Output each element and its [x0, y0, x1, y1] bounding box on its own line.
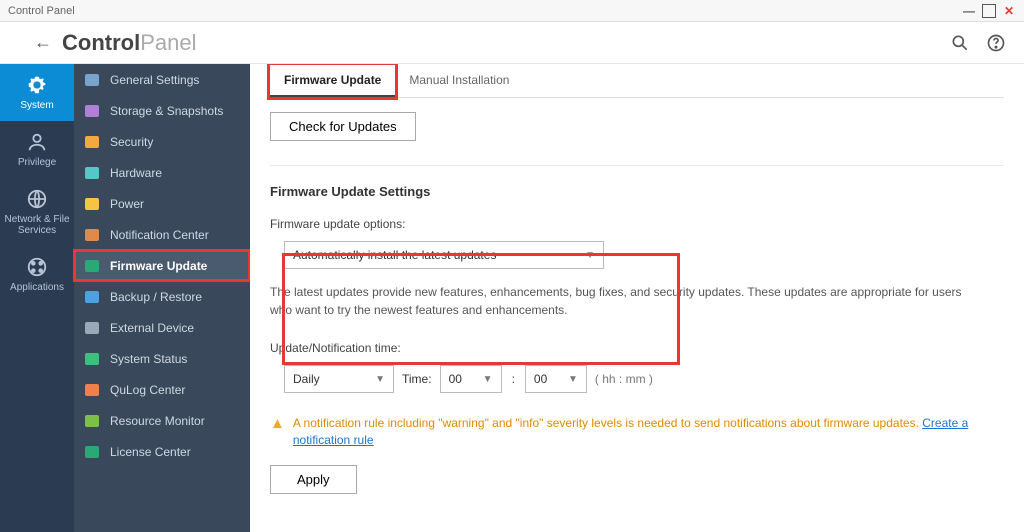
- license-icon: [84, 444, 100, 460]
- sidebar-item-license-center[interactable]: License Center: [74, 436, 250, 467]
- chevron-down-icon: ▼: [568, 374, 578, 385]
- sidebar-item-qulog-center[interactable]: QuLog Center: [74, 374, 250, 405]
- category-network[interactable]: Network & File Services: [0, 178, 74, 246]
- frequency-select[interactable]: Daily ▼: [284, 365, 394, 393]
- category-system[interactable]: System: [0, 64, 74, 121]
- sidebar-item-security[interactable]: Security: [74, 126, 250, 157]
- sidebar-item-hardware[interactable]: Hardware: [74, 157, 250, 188]
- sidebar-item-label: System Status: [110, 352, 187, 366]
- category-label: Privilege: [18, 157, 56, 168]
- sidebar-item-label: Firmware Update: [110, 259, 207, 273]
- time-hint: ( hh : mm ): [595, 372, 653, 386]
- sidebar-item-power[interactable]: Power: [74, 188, 250, 219]
- maximize-button[interactable]: [982, 4, 996, 18]
- sidebar-item-notification-center[interactable]: Notification Center: [74, 219, 250, 250]
- options-select-value: Automatically install the latest updates: [293, 248, 496, 262]
- search-icon[interactable]: [950, 33, 970, 53]
- warning-icon: ▲: [270, 415, 285, 449]
- sidebar-item-label: External Device: [110, 321, 194, 335]
- divider: [270, 165, 1004, 166]
- warning-message: A notification rule including "warning" …: [293, 416, 922, 430]
- warning-row: ▲ A notification rule including "warning…: [270, 415, 1004, 449]
- sidebar-item-label: General Settings: [110, 73, 199, 87]
- sidebar-item-label: Resource Monitor: [110, 414, 205, 428]
- status-icon: [84, 351, 100, 367]
- sidebar-item-label: Hardware: [110, 166, 162, 180]
- category-label: Network & File Services: [2, 214, 72, 236]
- category-label: Applications: [10, 282, 64, 293]
- sidebar-item-general-settings[interactable]: General Settings: [74, 64, 250, 95]
- section-title: Firmware Update Settings: [270, 184, 1004, 199]
- title-light: Panel: [140, 30, 196, 55]
- category-privilege[interactable]: Privilege: [0, 121, 74, 178]
- sidebar-item-label: Security: [110, 135, 153, 149]
- tabs: Firmware UpdateManual Installation: [270, 64, 1004, 98]
- system-sidebar: General Settings Storage & Snapshots Secur…: [74, 64, 250, 532]
- minute-value: 00: [534, 372, 547, 386]
- minimize-button[interactable]: —: [962, 4, 976, 18]
- sidebar-item-storage-snapshots[interactable]: Storage & Snapshots: [74, 95, 250, 126]
- sidebar-item-label: License Center: [110, 445, 191, 459]
- chevron-down-icon: ▼: [375, 374, 385, 385]
- tab-manual-installation[interactable]: Manual Installation: [395, 65, 523, 97]
- time-label: Update/Notification time:: [270, 341, 1004, 355]
- chevron-down-icon: ▼: [483, 374, 493, 385]
- sidebar-item-label: Storage & Snapshots: [110, 104, 223, 118]
- sidebar-item-label: Power: [110, 197, 144, 211]
- category-label: System: [20, 100, 53, 111]
- backup-icon: [84, 289, 100, 305]
- sidebar-item-label: QuLog Center: [110, 383, 185, 397]
- header: ← ControlPanel: [0, 22, 1024, 64]
- hour-value: 00: [449, 372, 462, 386]
- options-description: The latest updates provide new features,…: [270, 283, 970, 319]
- card-icon: [84, 165, 100, 181]
- close-button[interactable]: ✕: [1002, 4, 1016, 18]
- page-title: ControlPanel: [62, 30, 196, 56]
- options-select[interactable]: Automatically install the latest updates…: [284, 241, 604, 269]
- chevron-down-icon: ▼: [585, 250, 595, 261]
- time-word: Time:: [402, 372, 432, 386]
- tab-firmware-update[interactable]: Firmware Update: [270, 65, 395, 97]
- grid-icon: [26, 256, 48, 278]
- device-icon: [84, 320, 100, 336]
- update-icon: [84, 258, 100, 274]
- category-apps[interactable]: Applications: [0, 246, 74, 303]
- options-label: Firmware update options:: [270, 217, 1004, 231]
- window-controls: — ✕: [962, 4, 1016, 18]
- log-icon: [84, 382, 100, 398]
- window-title: Control Panel: [8, 5, 962, 17]
- colon: :: [510, 372, 517, 386]
- warning-text: A notification rule including "warning" …: [293, 415, 1004, 449]
- hour-select[interactable]: 00 ▼: [440, 365, 502, 393]
- minute-select[interactable]: 00 ▼: [525, 365, 587, 393]
- shield-icon: [84, 134, 100, 150]
- frequency-value: Daily: [293, 372, 320, 386]
- gear-icon: [26, 74, 48, 96]
- back-icon[interactable]: ←: [34, 32, 52, 53]
- category-sidebar: System Privilege Network & File Services Ap…: [0, 64, 74, 532]
- sidebar-item-backup-restore[interactable]: Backup / Restore: [74, 281, 250, 312]
- main-panel: Firmware UpdateManual Installation Check…: [250, 64, 1024, 532]
- help-icon[interactable]: [986, 33, 1006, 53]
- sidebar-item-label: Notification Center: [110, 228, 209, 242]
- sidebar-item-label: Backup / Restore: [110, 290, 202, 304]
- storage-icon: [84, 103, 100, 119]
- bell-icon: [84, 227, 100, 243]
- globe-icon: [26, 188, 48, 210]
- monitor-icon: [84, 413, 100, 429]
- display-icon: [84, 72, 100, 88]
- apply-button[interactable]: Apply: [270, 465, 357, 494]
- title-bold: Control: [62, 30, 140, 55]
- titlebar: Control Panel — ✕: [0, 0, 1024, 22]
- sidebar-item-system-status[interactable]: System Status: [74, 343, 250, 374]
- check-updates-button[interactable]: Check for Updates: [270, 112, 416, 141]
- user-icon: [26, 131, 48, 153]
- sidebar-item-external-device[interactable]: External Device: [74, 312, 250, 343]
- bulb-icon: [84, 196, 100, 212]
- sidebar-item-firmware-update[interactable]: Firmware Update: [74, 250, 250, 281]
- sidebar-item-resource-monitor[interactable]: Resource Monitor: [74, 405, 250, 436]
